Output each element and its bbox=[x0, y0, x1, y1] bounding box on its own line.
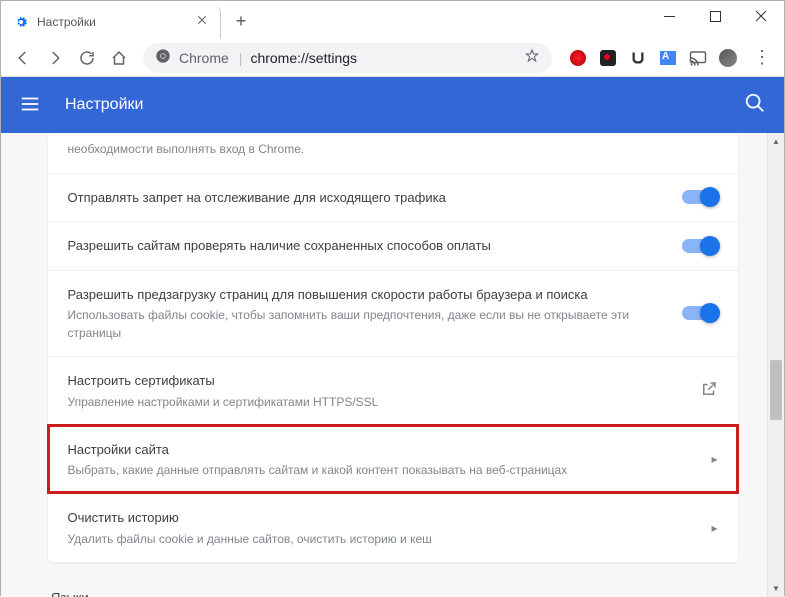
profile-avatar-icon[interactable] bbox=[718, 48, 738, 68]
setting-partial-text: необходимости выполнять вход в Chrome. bbox=[68, 142, 305, 156]
cast-icon[interactable] bbox=[688, 48, 708, 68]
setting-row-clear[interactable]: Очистить историю Удалить файлы cookie и … bbox=[48, 493, 738, 562]
section-languages: Языки bbox=[1, 562, 784, 597]
setting-clear-sub: Удалить файлы cookie и данные сайтов, оч… bbox=[68, 530, 712, 548]
setting-row-payment[interactable]: Разрешить сайтам проверять наличие сохра… bbox=[48, 221, 738, 270]
settings-content: необходимости выполнять вход в Chrome. О… bbox=[1, 133, 784, 597]
minimize-button[interactable] bbox=[646, 1, 692, 31]
extension-icons bbox=[562, 48, 744, 68]
url-path: chrome://settings bbox=[250, 50, 524, 66]
setting-certs-sub: Управление настройками и сертификатами H… bbox=[68, 393, 700, 411]
url-separator: | bbox=[239, 50, 243, 66]
new-tab-button[interactable]: + bbox=[227, 7, 255, 35]
forward-button[interactable] bbox=[41, 44, 69, 72]
search-icon[interactable] bbox=[744, 92, 766, 119]
setting-certs-label: Настроить сертификаты bbox=[68, 371, 700, 391]
setting-clear-label: Очистить историю bbox=[68, 508, 712, 528]
setting-row-site[interactable]: Настройки сайта Выбрать, какие данные от… bbox=[48, 425, 738, 494]
scroll-track[interactable] bbox=[768, 150, 784, 580]
setting-site-label: Настройки сайта bbox=[68, 440, 712, 460]
toggle-payment[interactable] bbox=[682, 239, 718, 253]
extension-pocket-icon[interactable] bbox=[628, 48, 648, 68]
extension-translate-icon[interactable] bbox=[658, 48, 678, 68]
setting-preload-label: Разрешить предзагрузку страниц для повыш… bbox=[68, 285, 662, 305]
chrome-menu-button[interactable]: ⋮ bbox=[748, 44, 776, 72]
window-controls bbox=[646, 1, 784, 31]
bookmark-star-icon[interactable] bbox=[524, 48, 540, 67]
hamburger-icon[interactable] bbox=[19, 93, 43, 117]
toggle-preload[interactable] bbox=[682, 306, 718, 320]
scrollbar[interactable]: ▲ ▼ bbox=[767, 133, 784, 597]
maximize-button[interactable] bbox=[692, 1, 738, 31]
reload-button[interactable] bbox=[73, 44, 101, 72]
window-close-button[interactable] bbox=[738, 1, 784, 31]
browser-tab[interactable]: Настройки bbox=[1, 5, 221, 39]
gear-icon bbox=[13, 14, 29, 30]
scroll-up-icon[interactable]: ▲ bbox=[768, 133, 784, 150]
omnibox[interactable]: Chrome | chrome://settings bbox=[143, 43, 552, 73]
page-title: Настройки bbox=[65, 96, 744, 114]
chrome-icon bbox=[155, 48, 179, 67]
window-titlebar: Настройки + bbox=[1, 1, 784, 39]
tab-title: Настройки bbox=[37, 15, 196, 29]
external-link-icon[interactable] bbox=[700, 380, 718, 401]
scroll-down-icon[interactable]: ▼ bbox=[768, 580, 784, 597]
setting-dnt-label: Отправлять запрет на отслеживание для ис… bbox=[68, 188, 662, 208]
home-button[interactable] bbox=[105, 44, 133, 72]
setting-payment-label: Разрешить сайтам проверять наличие сохра… bbox=[68, 236, 662, 256]
setting-row-certs[interactable]: Настроить сертификаты Управление настрой… bbox=[48, 356, 738, 425]
privacy-card: необходимости выполнять вход в Chrome. О… bbox=[48, 133, 738, 562]
toggle-dnt[interactable] bbox=[682, 190, 718, 204]
scroll-thumb[interactable] bbox=[770, 360, 782, 420]
extension-save-icon[interactable] bbox=[598, 48, 618, 68]
setting-site-sub: Выбрать, какие данные отправлять сайтам … bbox=[68, 461, 712, 479]
chevron-right-icon: ▸ bbox=[711, 521, 717, 535]
back-button[interactable] bbox=[9, 44, 37, 72]
close-icon[interactable] bbox=[196, 14, 212, 30]
setting-row-dnt[interactable]: Отправлять запрет на отслеживание для ис… bbox=[48, 173, 738, 222]
extension-opera-icon[interactable] bbox=[568, 48, 588, 68]
address-bar: Chrome | chrome://settings ⋮ bbox=[1, 39, 784, 77]
chevron-right-icon: ▸ bbox=[711, 452, 717, 466]
url-scheme: Chrome bbox=[179, 50, 229, 66]
setting-row-partial: необходимости выполнять вход в Chrome. bbox=[48, 133, 738, 173]
setting-preload-sub: Использовать файлы cookie, чтобы запомни… bbox=[68, 306, 662, 342]
settings-header: Настройки bbox=[1, 77, 784, 133]
setting-row-preload[interactable]: Разрешить предзагрузку страниц для повыш… bbox=[48, 270, 738, 357]
